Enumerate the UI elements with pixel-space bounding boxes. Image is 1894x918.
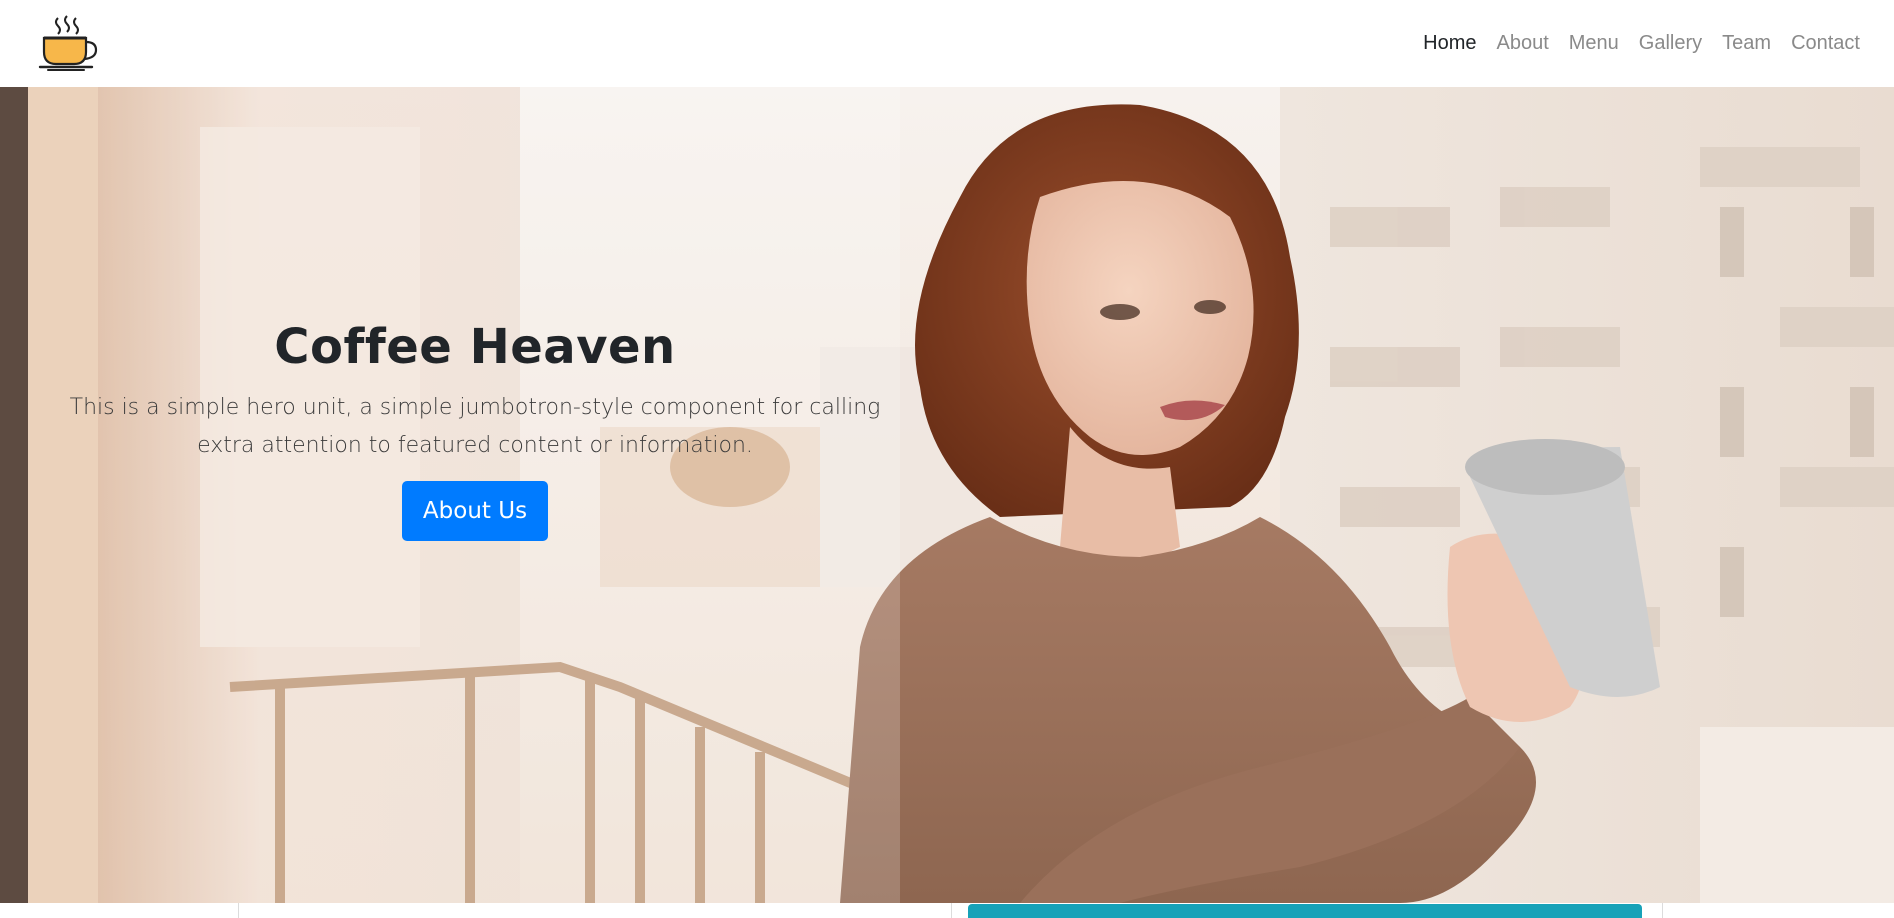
main-nav: Home About Menu Gallery Team Contact <box>1413 30 1870 56</box>
navbar: Home About Menu Gallery Team Contact <box>0 0 1894 87</box>
nav-home[interactable]: Home <box>1413 30 1486 56</box>
nav-about[interactable]: About <box>1487 30 1559 56</box>
nav-menu[interactable]: Menu <box>1559 30 1629 56</box>
teal-card-top <box>968 904 1642 918</box>
about-us-button[interactable]: About Us <box>401 481 549 541</box>
nav-contact[interactable]: Contact <box>1781 30 1870 56</box>
hero-section: Coffee Heaven This is a simple hero unit… <box>0 87 1894 903</box>
hero-content: Coffee Heaven This is a simple hero unit… <box>50 319 900 541</box>
nav-gallery[interactable]: Gallery <box>1629 30 1712 56</box>
section-divider <box>238 903 239 918</box>
coffee-cup-icon[interactable] <box>38 14 98 72</box>
hero-title: Coffee Heaven <box>274 319 676 375</box>
nav-team[interactable]: Team <box>1712 30 1781 56</box>
section-divider <box>951 903 952 918</box>
hero-lead-text: This is a simple hero unit, a simple jum… <box>69 395 881 458</box>
section-divider <box>1662 903 1663 918</box>
